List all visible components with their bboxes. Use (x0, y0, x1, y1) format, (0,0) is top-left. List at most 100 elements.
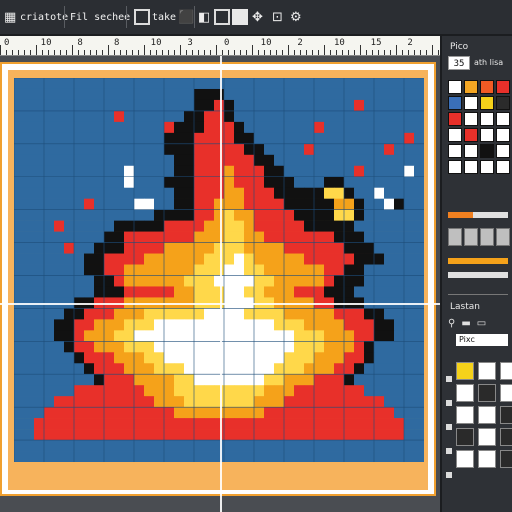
canvas-pixel[interactable] (94, 429, 105, 441)
canvas-pixel[interactable] (354, 352, 365, 364)
canvas-pixel[interactable] (24, 451, 35, 462)
opacity-slider[interactable] (448, 212, 508, 218)
canvas-pixel[interactable] (264, 110, 275, 123)
canvas-pixel[interactable] (94, 165, 105, 178)
canvas-pixel[interactable] (14, 88, 25, 101)
canvas-pixel[interactable] (74, 418, 85, 430)
canvas-pixel[interactable] (234, 286, 245, 298)
canvas-pixel[interactable] (24, 286, 35, 298)
canvas-pixel[interactable] (54, 78, 65, 90)
canvas-pixel[interactable] (224, 220, 235, 232)
canvas-pixel[interactable] (74, 187, 85, 199)
canvas-pixel[interactable] (334, 319, 345, 331)
canvas-pixel[interactable] (14, 308, 25, 320)
canvas-pixel[interactable] (94, 407, 105, 419)
canvas-pixel[interactable] (174, 209, 185, 221)
canvas-pixel[interactable] (174, 121, 185, 134)
canvas-pixel[interactable] (264, 187, 275, 199)
canvas-pixel[interactable] (134, 407, 145, 419)
layer-visibility-icon[interactable] (446, 472, 452, 478)
canvas-pixel[interactable] (114, 110, 125, 123)
layer-visibility-icon[interactable] (446, 448, 452, 454)
canvas-pixel[interactable] (404, 264, 415, 276)
canvas-pixel[interactable] (84, 451, 95, 462)
canvas-pixel[interactable] (274, 110, 285, 123)
canvas-pixel[interactable] (154, 231, 165, 243)
canvas-pixel[interactable] (284, 143, 295, 156)
canvas-pixel[interactable] (404, 352, 415, 364)
canvas-pixel[interactable] (24, 220, 35, 232)
canvas-pixel[interactable] (224, 418, 235, 430)
canvas-pixel[interactable] (204, 165, 215, 178)
canvas-pixel[interactable] (24, 154, 35, 167)
canvas-pixel[interactable] (84, 99, 95, 112)
canvas-pixel[interactable] (344, 286, 355, 298)
canvas-pixel[interactable] (364, 132, 375, 145)
canvas-pixel[interactable] (374, 165, 385, 178)
canvas-pixel[interactable] (24, 165, 35, 178)
canvas-pixel[interactable] (324, 429, 335, 441)
canvas-pixel[interactable] (44, 154, 55, 167)
canvas-pixel[interactable] (184, 99, 195, 112)
canvas-pixel[interactable] (204, 330, 215, 342)
canvas-pixel[interactable] (324, 330, 335, 342)
canvas-pixel[interactable] (234, 78, 245, 90)
canvas-pixel[interactable] (374, 363, 385, 375)
canvas-pixel[interactable] (114, 363, 125, 375)
canvas-pixel[interactable] (354, 88, 365, 101)
canvas-pixel[interactable] (74, 286, 85, 298)
canvas-pixel[interactable] (394, 429, 405, 441)
canvas-pixel[interactable] (304, 264, 315, 276)
canvas-pixel[interactable] (264, 121, 275, 134)
canvas-pixel[interactable] (194, 165, 205, 178)
canvas-pixel[interactable] (124, 275, 135, 287)
canvas-pixel[interactable] (184, 220, 195, 232)
canvas-pixel[interactable] (174, 407, 185, 419)
canvas-pixel[interactable] (24, 396, 35, 408)
brush-icon[interactable] (134, 8, 150, 26)
canvas-pixel[interactable] (114, 385, 125, 397)
canvas-pixel[interactable] (374, 352, 385, 364)
canvas-pixel[interactable] (234, 275, 245, 287)
canvas-pixel[interactable] (74, 264, 85, 276)
canvas-pixel[interactable] (144, 253, 155, 265)
canvas-pixel[interactable] (414, 78, 424, 90)
canvas-pixel[interactable] (174, 231, 185, 243)
canvas-pixel[interactable] (24, 429, 35, 441)
canvas-pixel[interactable] (394, 220, 405, 232)
doc-label[interactable]: criatote (20, 8, 68, 26)
canvas-pixel[interactable] (84, 440, 95, 452)
canvas-pixel[interactable] (364, 88, 375, 101)
canvas-pixel[interactable] (314, 308, 325, 320)
canvas-pixel[interactable] (224, 396, 235, 408)
canvas-pixel[interactable] (84, 429, 95, 441)
canvas-pixel[interactable] (394, 253, 405, 265)
canvas-pixel[interactable] (284, 154, 295, 167)
canvas-pixel[interactable] (244, 88, 255, 101)
canvas-pixel[interactable] (124, 78, 135, 90)
layer-name-field[interactable]: Pixc (456, 334, 508, 346)
canvas-pixel[interactable] (44, 253, 55, 265)
canvas-pixel[interactable] (414, 286, 424, 298)
canvas-pixel[interactable] (134, 78, 145, 90)
canvas-pixel[interactable] (24, 143, 35, 156)
canvas-pixel[interactable] (354, 220, 365, 232)
canvas-pixel[interactable] (24, 253, 35, 265)
canvas-pixel[interactable] (284, 330, 295, 342)
canvas-pixel[interactable] (94, 220, 105, 232)
canvas-pixel[interactable] (244, 132, 255, 145)
canvas-pixel[interactable] (414, 143, 424, 156)
canvas-pixel[interactable] (264, 341, 275, 353)
canvas-pixel[interactable] (224, 132, 235, 145)
canvas-pixel[interactable] (84, 176, 95, 189)
canvas-pixel[interactable] (324, 99, 335, 112)
canvas-pixel[interactable] (234, 110, 245, 123)
canvas-pixel[interactable] (224, 264, 235, 276)
canvas-pixel[interactable] (404, 374, 415, 386)
canvas-pixel[interactable] (174, 264, 185, 276)
canvas-pixel[interactable] (154, 429, 165, 441)
canvas-pixel[interactable] (84, 187, 95, 199)
canvas-pixel[interactable] (174, 198, 185, 210)
canvas-pixel[interactable] (94, 451, 105, 462)
canvas-pixel[interactable] (234, 253, 245, 265)
